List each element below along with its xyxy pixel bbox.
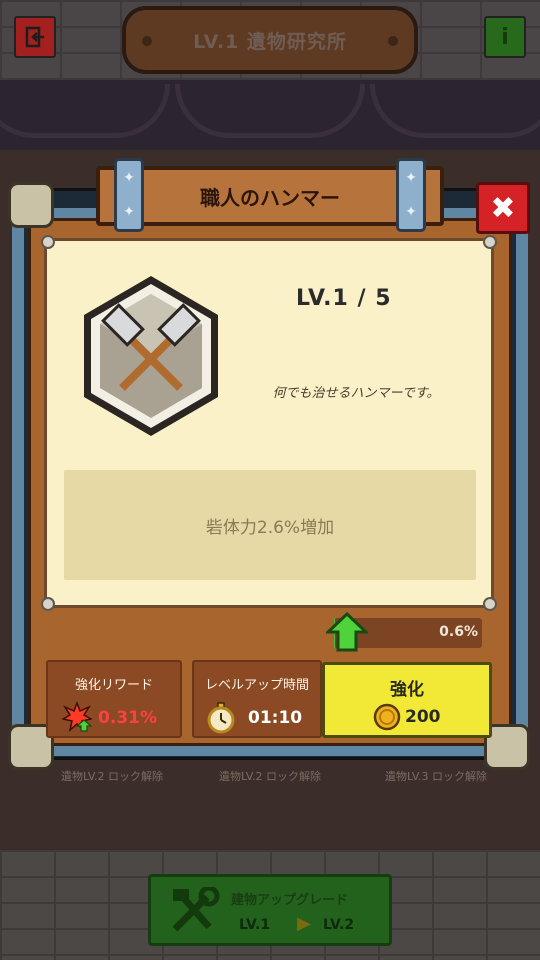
item-effect-box: 砦体力2.6%増加 <box>64 470 476 580</box>
pin-icon <box>41 597 55 611</box>
item-level: LV.1 / 5 <box>296 286 392 311</box>
enhance-button-label: 強化 <box>390 680 424 700</box>
building-upgrade-button[interactable]: 建物アップグレード LV.1 ▶ LV.2 <box>148 874 392 946</box>
awning-scallop <box>175 84 365 138</box>
exit-door-icon <box>25 26 44 48</box>
levelup-time-value: 01:10 <box>248 708 303 728</box>
behind-unlock-label: 遺物LV.2 ロック解除 <box>218 770 322 783</box>
upgrade-from-level: LV.1 <box>239 917 271 933</box>
frame-corner <box>8 182 54 228</box>
enhance-cost: 200 <box>405 707 441 727</box>
banner-clip: ✦ ✦ <box>114 158 144 232</box>
item-name-banner: 職人のハンマー <box>96 166 444 226</box>
levelup-time-label: レベルアップ時間 <box>204 678 309 693</box>
reward-value: 0.31% <box>98 708 157 728</box>
behind-unlock-label: 遺物LV.2 ロック解除 <box>60 770 164 783</box>
upgrade-to-level: LV.2 <box>323 917 355 933</box>
page-title: LV.1 遺物研究所 <box>193 30 347 53</box>
building-title-plate: LV.1 遺物研究所 <box>122 0 418 74</box>
upgrade-label: 建物アップグレード <box>231 893 349 908</box>
stopwatch-icon <box>207 702 235 734</box>
arrow-right-icon: ▶ <box>297 913 311 934</box>
exit-button[interactable] <box>14 16 56 58</box>
pin-icon <box>41 235 55 249</box>
nail-icon <box>142 36 152 46</box>
behind-unlock-label: 遺物LV.3 ロック解除 <box>384 770 488 783</box>
gold-coin-icon <box>373 703 401 731</box>
up-arrow-icon <box>326 612 368 652</box>
wrench-hammer-icon <box>172 887 220 932</box>
info-button[interactable]: i <box>484 16 526 58</box>
item-name: 職人のハンマー <box>200 185 340 210</box>
close-icon: ✖ <box>490 190 516 226</box>
close-button[interactable]: ✖ <box>476 182 530 234</box>
info-icon: i <box>501 24 509 50</box>
reward-label: 強化リワード <box>74 678 153 693</box>
item-effect: 砦体力2.6%増加 <box>205 517 335 538</box>
enhance-button[interactable]: 強化 200 <box>322 662 492 738</box>
pin-icon <box>483 597 497 611</box>
hammer-relic-icon <box>84 276 218 436</box>
nail-icon <box>388 36 398 46</box>
item-description: 何でも治せるハンマーです。 <box>272 386 440 401</box>
reward-box: 強化リワード 0.31% <box>46 660 182 738</box>
explosion-icon <box>62 702 92 732</box>
pin-icon <box>483 235 497 249</box>
awning-scallop <box>370 84 540 138</box>
banner-clip: ✦ ✦ <box>396 158 426 232</box>
enhance-progress-value: 0.6% <box>439 624 478 640</box>
levelup-time-box: レベルアップ時間 01:10 <box>192 660 322 738</box>
